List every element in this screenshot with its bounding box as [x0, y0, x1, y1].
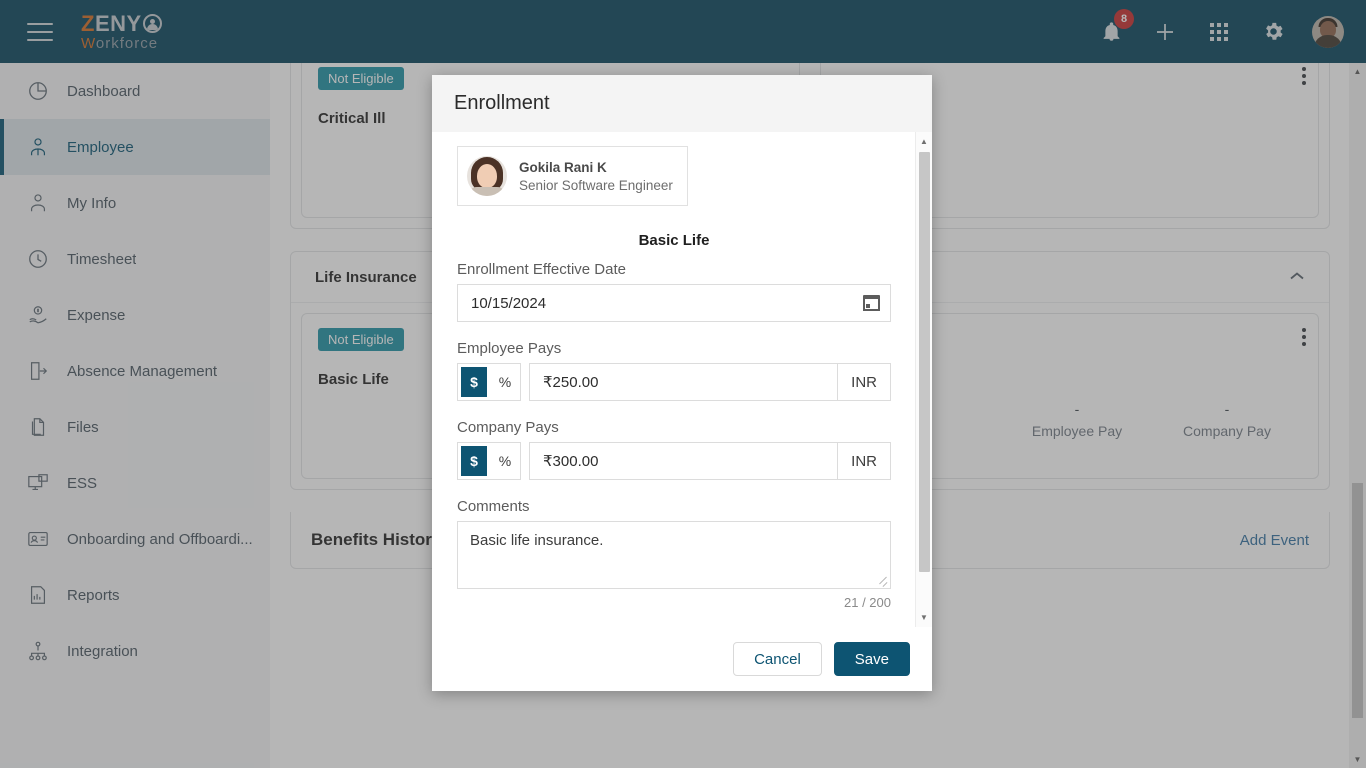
comments-label: Comments	[457, 498, 530, 515]
photo-face	[477, 164, 497, 188]
comments-wrapper: Basic life insurance.	[457, 521, 891, 589]
employee-pays-amount-value: ₹250.00	[543, 374, 599, 391]
employee-pays-currency-option[interactable]: $	[461, 367, 487, 397]
cancel-button[interactable]: Cancel	[733, 642, 822, 676]
enrollment-date-input[interactable]: 10/15/2024	[457, 284, 891, 322]
employee-details: Gokila Rani K Senior Software Engineer	[519, 160, 673, 193]
save-button[interactable]: Save	[833, 642, 910, 676]
textarea-resize-handle[interactable]	[878, 576, 888, 586]
modal-scrollbar-thumb[interactable]	[919, 152, 930, 572]
enrollment-date-value: 10/15/2024	[471, 294, 547, 312]
employee-pays-percent-option[interactable]: %	[490, 364, 520, 400]
employee-role: Senior Software Engineer	[519, 177, 673, 193]
company-pays-currency-option[interactable]: $	[461, 446, 487, 476]
company-pays-percent-option[interactable]: %	[490, 443, 520, 479]
calendar-icon[interactable]	[863, 295, 880, 311]
company-pays-type-toggle[interactable]: $ %	[457, 442, 521, 480]
modal-title: Enrollment	[454, 92, 550, 114]
modal-body: Gokila Rani K Senior Software Engineer B…	[432, 132, 932, 627]
photo-shoulders	[468, 187, 506, 196]
employee-pays-row: $ % ₹250.00 INR	[457, 363, 891, 401]
company-pays-amount-input[interactable]: ₹300.00 INR	[529, 442, 891, 480]
modal-scroll-down-arrow-icon[interactable]: ▼	[916, 610, 932, 625]
enrollment-modal: Enrollment Gokila Rani K Senior Software…	[432, 75, 932, 691]
company-pays-label: Company Pays	[457, 419, 559, 436]
employee-pays-amount-input[interactable]: ₹250.00 INR	[529, 363, 891, 401]
employee-name: Gokila Rani K	[519, 159, 607, 175]
modal-footer: Cancel Save	[432, 627, 932, 691]
company-pays-currency-suffix: INR	[837, 443, 890, 479]
comments-character-counter: 21 / 200	[844, 595, 891, 610]
employee-pays-type-toggle[interactable]: $ %	[457, 363, 521, 401]
app-root: Z ENY Workforce 8 Dashboard Employee My …	[0, 0, 1366, 768]
modal-scrollbar[interactable]: ▲ ▼	[915, 132, 932, 627]
employee-summary-card: Gokila Rani K Senior Software Engineer	[457, 146, 688, 206]
company-pays-row: $ % ₹300.00 INR	[457, 442, 891, 480]
employee-photo	[467, 156, 507, 196]
employee-pays-label: Employee Pays	[457, 340, 562, 357]
company-pays-amount-value: ₹300.00	[543, 453, 599, 470]
modal-scroll-up-arrow-icon[interactable]: ▲	[916, 134, 932, 149]
enrollment-date-row: 10/15/2024	[457, 284, 891, 322]
modal-header: Enrollment	[432, 75, 932, 132]
enrollment-date-label: Enrollment Effective Date	[457, 261, 626, 278]
comments-textarea[interactable]: Basic life insurance.	[457, 521, 891, 589]
plan-title: Basic Life	[638, 232, 710, 249]
employee-pays-currency-suffix: INR	[837, 364, 890, 400]
